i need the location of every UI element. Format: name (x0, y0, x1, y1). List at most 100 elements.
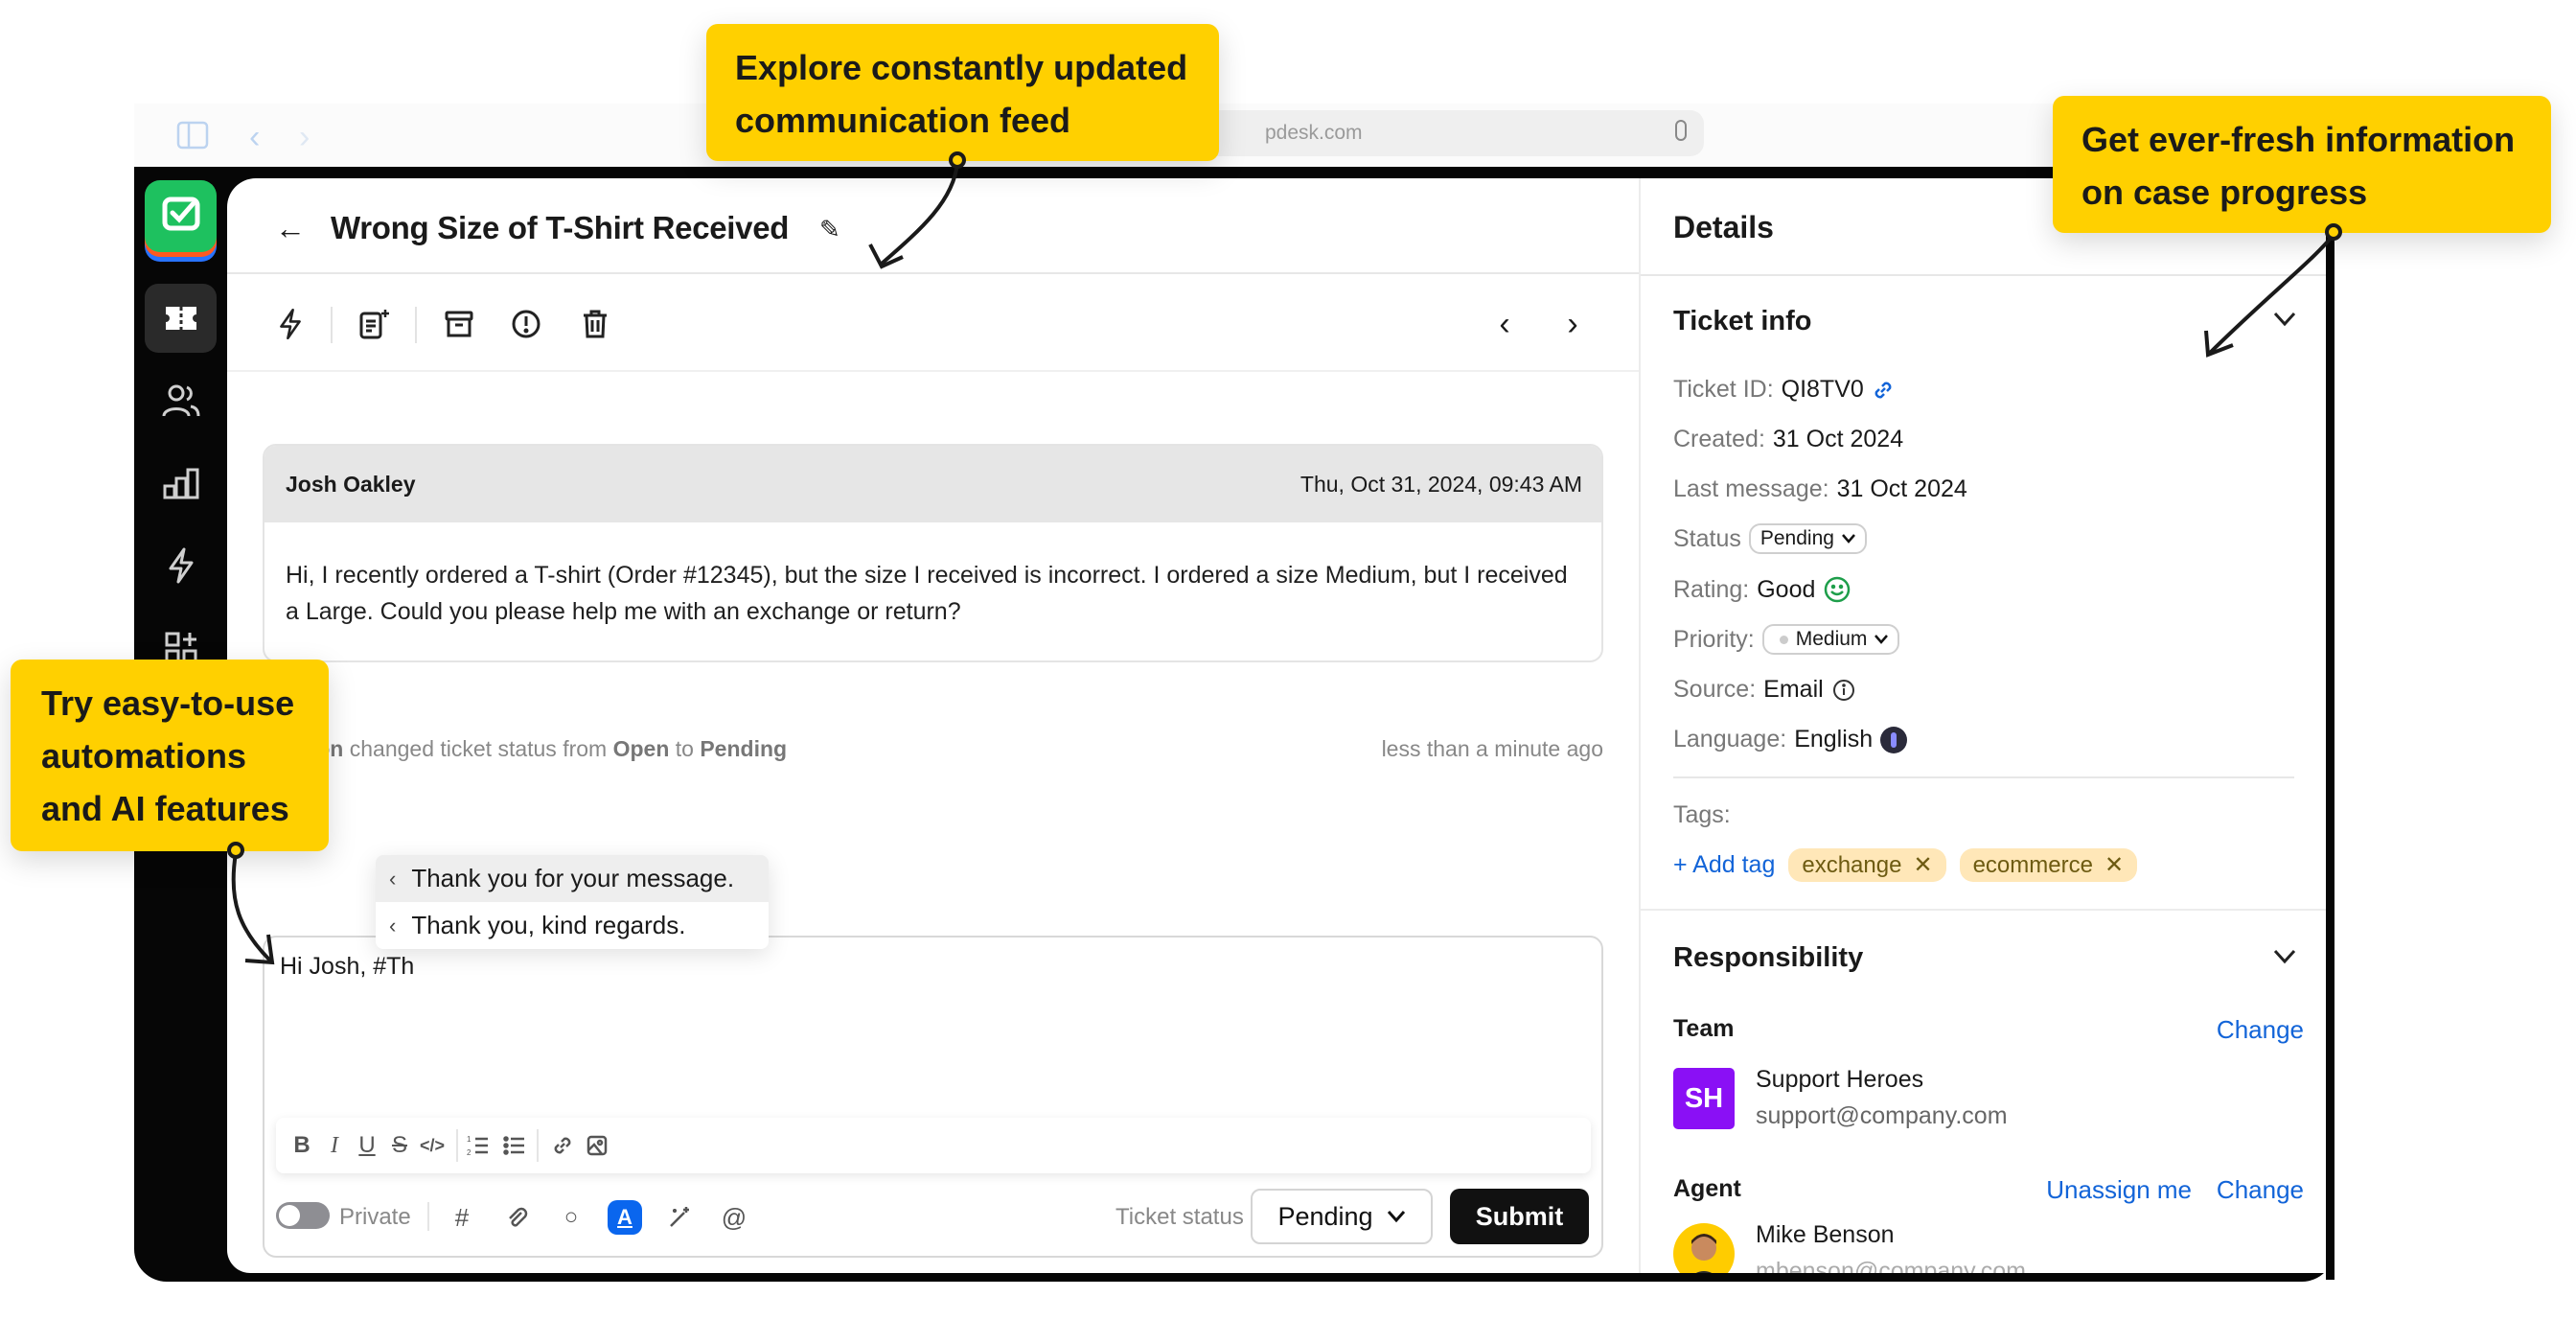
paperclip-icon[interactable] (499, 1200, 534, 1235)
event-text-1: changed ticket status from (343, 736, 613, 761)
image-icon[interactable] (583, 1131, 611, 1160)
address-bar[interactable]: pdesk.com (1179, 110, 1704, 156)
chevron-down-icon (1387, 1211, 1405, 1223)
tag-chip: exchange ✕ (1788, 848, 1946, 882)
last-message-value: 31 Oct 2024 (1836, 475, 1967, 502)
microphone-icon[interactable] (1675, 120, 1687, 141)
bold-icon[interactable]: B (288, 1131, 316, 1160)
ai-assist-icon[interactable]: A (608, 1200, 642, 1235)
strikethrough-icon[interactable]: S (385, 1131, 414, 1160)
event-to-status: Pending (700, 736, 788, 761)
team-change-link[interactable]: Change (2217, 1015, 2304, 1045)
info-icon[interactable] (1831, 678, 1856, 703)
add-tag-link[interactable]: + Add tag (1673, 851, 1775, 879)
ticket-title: Wrong Size of T-Shirt Received (331, 210, 790, 245)
event-time: less than a minute ago (1381, 736, 1603, 761)
previous-ticket-button[interactable]: ‹ (1485, 305, 1524, 343)
suggestion-item[interactable]: ‹ Thank you for your message. (376, 855, 769, 902)
underline-icon[interactable]: U (353, 1131, 381, 1160)
rating-value: Good (1757, 575, 1816, 603)
edit-pencil-icon[interactable]: ✎ (819, 215, 840, 244)
callout-feed: Explore constantly updated communication… (706, 24, 1219, 161)
tags-label-row: Tags: (1673, 801, 1731, 829)
submit-button[interactable]: Submit (1450, 1189, 1589, 1244)
event-text-2: to (669, 736, 701, 761)
remove-tag-icon[interactable]: ✕ (2104, 851, 2124, 879)
circle-icon[interactable]: ○ (554, 1200, 588, 1235)
priority-value: Medium (1795, 628, 1868, 650)
italic-icon[interactable]: I (320, 1131, 349, 1160)
callout-line: Explore constantly updated (735, 48, 1188, 87)
sidebar-item-tickets[interactable] (145, 284, 217, 353)
app-logo[interactable] (145, 180, 217, 252)
ticket-id-row: Ticket ID: QI8TV0 (1673, 376, 1895, 404)
unassign-me-link[interactable]: Unassign me (2046, 1175, 2192, 1205)
ticket-status-select[interactable]: Pending (1251, 1189, 1433, 1244)
next-ticket-button[interactable]: › (1553, 305, 1592, 343)
remove-tag-icon[interactable]: ✕ (1913, 851, 1932, 879)
chevron-left-icon: ‹ (1499, 305, 1510, 342)
sidebar-item-contacts[interactable] (145, 366, 217, 435)
agent-change-link[interactable]: Change (2217, 1175, 2304, 1205)
smiley-icon (1825, 576, 1851, 603)
source-value: Email (1763, 676, 1824, 703)
back-arrow-icon[interactable]: ← (275, 213, 306, 243)
arrow-icon (231, 852, 275, 965)
code-icon[interactable]: </> (418, 1131, 447, 1160)
delete-button[interactable] (576, 305, 614, 343)
toolbar-divider (331, 307, 333, 343)
tag-label: ecommerce (1972, 851, 2093, 878)
sidebar-item-reports[interactable] (145, 449, 217, 518)
message-card: Josh Oakley Thu, Oct 31, 2024, 09:43 AM … (263, 444, 1603, 662)
toolbar-divider (427, 1202, 429, 1231)
last-message-row: Last message: 31 Oct 2024 (1673, 475, 1967, 503)
tags-row: + Add tag exchange ✕ ecommerce ✕ (1673, 848, 2138, 882)
frame-right-edge (2326, 235, 2334, 1280)
chevron-down-icon (1842, 534, 1855, 544)
ticket-info-title: Ticket info (1673, 306, 1812, 336)
priority-dot (1779, 635, 1788, 644)
sidebar-item-automations[interactable] (145, 531, 217, 600)
status-select[interactable]: Pending (1748, 523, 1867, 554)
browser-forward-icon[interactable]: › (299, 121, 310, 153)
private-toggle[interactable] (276, 1202, 330, 1229)
priority-select[interactable]: Medium (1761, 624, 1900, 655)
divider (1641, 909, 2334, 911)
macro-suggestions: ‹ Thank you for your message. ‹ Thank you,… (376, 855, 769, 949)
hashtag-icon[interactable]: # (445, 1200, 479, 1235)
priority-label: Priority: (1673, 625, 1755, 653)
bullet-list-icon[interactable] (500, 1131, 529, 1160)
spam-button[interactable] (507, 305, 545, 343)
message-body: Hi, I recently ordered a T-shirt (Order … (286, 562, 1568, 625)
lightning-icon (169, 547, 193, 584)
created-row: Created: 31 Oct 2024 (1673, 426, 1903, 453)
rating-row: Rating: Good (1673, 575, 1852, 604)
callout-anchor (2325, 223, 2342, 241)
svg-text:2: 2 (467, 1148, 472, 1157)
copy-link-icon[interactable] (1872, 379, 1895, 402)
sidebar-toggle-icon[interactable] (176, 121, 209, 155)
suggestion-item[interactable]: ‹ Thank you, kind regards. (376, 902, 769, 949)
reply-input[interactable]: Hi Josh, #Th (280, 953, 414, 981)
magic-wand-icon[interactable] (662, 1200, 697, 1235)
agent-avatar (1673, 1223, 1735, 1273)
reply-composer: Hi Josh, #Th B I U S </> 12 Private # ○ … (263, 936, 1603, 1258)
chevron-right-icon: › (1567, 305, 1578, 342)
ai-summary-button[interactable] (356, 305, 394, 343)
priority-row: Priority: Medium (1673, 624, 1900, 655)
browser-back-icon[interactable]: ‹ (249, 121, 260, 153)
archive-button[interactable] (440, 305, 478, 343)
language-row: Language: English (1673, 726, 1908, 753)
automation-button[interactable] (271, 305, 310, 343)
chevron-left-icon: ‹ (389, 866, 397, 891)
mention-icon[interactable]: @ (717, 1200, 751, 1235)
ticket-icon (165, 307, 196, 330)
responsibility-collapse[interactable] (2273, 944, 2296, 971)
ticket-id-value: QI8TV0 (1781, 376, 1864, 403)
status-value: Pending (1760, 527, 1834, 549)
tag-chip: ecommerce ✕ (1959, 848, 2138, 882)
callout-line: Try easy-to-use (41, 683, 295, 723)
link-icon[interactable] (548, 1131, 577, 1160)
ordered-list-icon[interactable]: 12 (464, 1131, 493, 1160)
agent-label: Agent (1673, 1175, 1741, 1202)
